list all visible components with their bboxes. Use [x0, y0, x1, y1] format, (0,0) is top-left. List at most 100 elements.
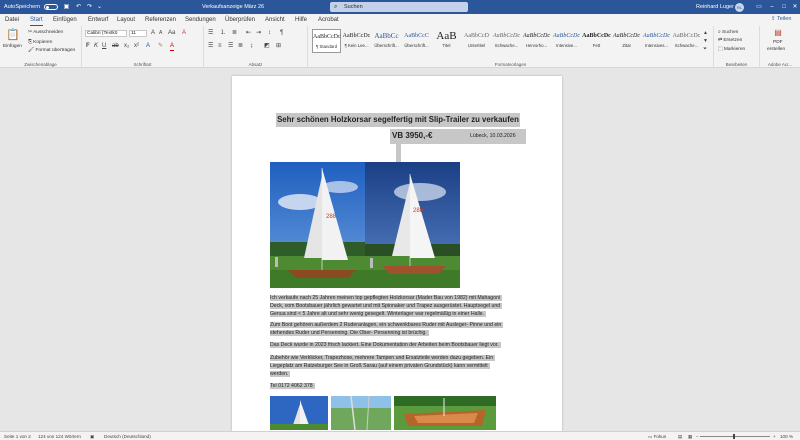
tab-ansicht[interactable]: Ansicht — [265, 15, 285, 25]
tab-einfuegen[interactable]: Einfügen — [53, 15, 77, 25]
zoom-in-icon[interactable]: + — [773, 433, 776, 440]
style-kein-leerraum[interactable]: AaBbCcDc ¶ Kein Lee... — [342, 29, 371, 53]
increase-indent-icon[interactable]: ⇥ — [256, 30, 261, 37]
read-mode-icon[interactable]: ▤ — [678, 433, 682, 440]
pdf-label[interactable]: PDF — [773, 40, 783, 45]
paragraph-3[interactable]: Das Deck wurde in 2023 frisch lackiert. … — [270, 341, 501, 349]
styles-scroll-down-icon[interactable]: ▼ — [703, 38, 708, 45]
style-subtle-reference[interactable]: AaBbCcDc Schwache... — [672, 29, 701, 53]
style-emphasis[interactable]: AaBbCcDc Hervorho... — [522, 29, 551, 53]
style-intense-emphasis[interactable]: AaBbCcDc Intensive... — [552, 29, 581, 53]
tab-datei[interactable]: Datei — [5, 15, 19, 25]
word-count[interactable]: 124 von 124 Wörtern — [38, 433, 81, 440]
save-icon[interactable]: ▣ — [62, 2, 71, 12]
thumbnail-photo-1[interactable] — [270, 396, 328, 430]
paragraph-2[interactable]: Zum Boot gehören außerdem 2 Ruderanlagen… — [270, 321, 504, 337]
italic-icon[interactable]: K — [94, 43, 98, 50]
font-color-icon[interactable]: A — [170, 43, 175, 51]
justify-icon[interactable]: ≣ — [238, 43, 243, 50]
zoom-slider-handle[interactable] — [733, 434, 735, 439]
sort-icon[interactable]: ↕ — [268, 30, 271, 37]
tab-sendungen[interactable]: Sendungen — [185, 15, 216, 25]
bold-icon[interactable]: F — [86, 43, 90, 50]
autosave-toggle[interactable] — [44, 4, 58, 10]
focus-button[interactable]: ▭ Fokus — [648, 433, 666, 440]
close-icon[interactable]: ✕ — [788, 2, 800, 12]
thumbnail-photo-3[interactable] — [394, 396, 496, 430]
paste-label[interactable]: Einfügen — [3, 44, 22, 49]
format-painter-button[interactable]: 🖌 Format übertragen — [28, 48, 75, 53]
undo-icon[interactable]: ↶ — [74, 2, 83, 12]
paste-icon[interactable]: 📋 — [6, 29, 20, 41]
find-button[interactable]: ⌕ Suchen — [718, 29, 738, 35]
change-case-icon[interactable]: Aa — [168, 30, 175, 37]
show-formatting-icon[interactable]: ¶ — [280, 30, 283, 37]
print-layout-icon[interactable]: ▦ — [688, 433, 692, 440]
style-intense-quote[interactable]: AaBbCcDc Intensives... — [642, 29, 671, 53]
align-left-icon[interactable]: ☰ — [208, 43, 213, 50]
align-center-icon[interactable]: ≡ — [218, 43, 222, 50]
replace-button[interactable]: ⇄ Ersetzen — [718, 38, 742, 43]
user-name[interactable]: Reinhard Luger — [696, 2, 734, 12]
ribbon-options-icon[interactable]: ▭ — [752, 2, 766, 12]
thumbnail-photo-2[interactable] — [331, 396, 391, 430]
style-strong[interactable]: AaBbCcDc Fett — [582, 29, 611, 53]
decrease-indent-icon[interactable]: ⇤ — [246, 30, 251, 37]
multilevel-list-icon[interactable]: ≣ — [232, 30, 237, 37]
line-spacing-icon[interactable]: ↨ — [250, 43, 253, 50]
sailboat-photo[interactable]: 288 288 — [270, 162, 460, 288]
shrink-font-icon[interactable]: A — [159, 30, 162, 37]
zoom-slider[interactable] — [700, 436, 770, 437]
styles-more-icon[interactable]: ⏷ — [703, 46, 707, 53]
tab-hilfe[interactable]: Hilfe — [295, 15, 307, 25]
cut-button[interactable]: ✂ Ausschneiden — [28, 30, 63, 35]
font-name-combo[interactable]: Calibri (Textkö — [85, 30, 127, 37]
align-right-icon[interactable]: ☰ — [228, 43, 233, 50]
bullets-icon[interactable]: ☰ — [208, 30, 213, 37]
style-heading-1[interactable]: AaBbCc Überschrift... — [372, 29, 401, 53]
search-box[interactable]: ⌕ Suchen — [330, 2, 468, 12]
copy-button[interactable]: ⎘ Kopieren — [28, 39, 52, 45]
style-title[interactable]: AaB Titel — [432, 29, 461, 53]
zoom-out-icon[interactable]: – — [696, 433, 699, 440]
shading-icon[interactable]: ◩ — [264, 43, 270, 50]
paragraph-5[interactable]: Tel 0172 4062 378 — [270, 382, 315, 390]
price-text[interactable]: VB 3950,-€ — [392, 131, 432, 141]
style-standard[interactable]: AaBbCcDc ¶ Standard — [312, 29, 341, 53]
document-title-line[interactable]: Sehr schönen Holzkorsar segelfertig mit … — [276, 113, 520, 127]
tab-acrobat[interactable]: Acrobat — [318, 15, 339, 25]
tab-referenzen[interactable]: Referenzen — [145, 15, 176, 25]
zoom-level[interactable]: 100 % — [780, 433, 793, 440]
borders-icon[interactable]: ⊞ — [276, 43, 281, 50]
tab-start[interactable]: Start — [30, 15, 43, 26]
redo-icon[interactable]: ↷ — [85, 2, 94, 12]
tab-layout[interactable]: Layout — [117, 15, 135, 25]
highlight-icon[interactable]: ✎ — [158, 43, 163, 50]
styles-scroll-up-icon[interactable]: ▲ — [703, 30, 708, 37]
pdf-icon[interactable]: ▤ — [773, 29, 783, 37]
avatar[interactable]: RL — [735, 3, 744, 12]
underline-icon[interactable]: U — [102, 43, 106, 50]
font-size-combo[interactable]: 11 — [129, 30, 147, 37]
superscript-icon[interactable]: x² — [134, 43, 139, 50]
clear-format-icon[interactable]: A — [182, 30, 186, 37]
tab-entwurf[interactable]: Entwurf — [88, 15, 108, 25]
text-effects-icon[interactable]: A — [146, 43, 150, 50]
proofing-icon[interactable]: ▣ — [90, 433, 94, 440]
paragraph-4[interactable]: Zubehör wie Verklicker, Trapezhose, mehr… — [270, 354, 496, 378]
grow-font-icon[interactable]: A — [151, 30, 155, 37]
style-quote[interactable]: AaBbCcDc Zitat — [612, 29, 641, 53]
paragraph-1[interactable]: Ich verkaufe nach 25 Jahren meinen top g… — [270, 294, 503, 318]
numbering-icon[interactable]: ⒈ — [220, 30, 226, 37]
style-heading-2[interactable]: AaBbCcC Überschrift... — [402, 29, 431, 53]
style-subtle-emphasis[interactable]: AaBbCcDc Schwache... — [492, 29, 521, 53]
select-button[interactable]: ⬚ Markieren — [718, 47, 745, 52]
style-subtitle[interactable]: AaBbCcD Untertitel — [462, 29, 491, 53]
tab-ueberpruefen[interactable]: Überprüfen — [225, 15, 255, 25]
language-indicator[interactable]: Deutsch (Deutschland) — [104, 433, 151, 440]
create-label[interactable]: erstellen — [767, 47, 785, 52]
customize-chevron-icon[interactable]: ⌄ — [95, 2, 104, 12]
subscript-icon[interactable]: x₂ — [124, 43, 129, 50]
share-button[interactable]: ⇪ Teilen — [771, 15, 791, 24]
place-date-text[interactable]: Lübeck, 10.03.2026 — [470, 133, 516, 140]
